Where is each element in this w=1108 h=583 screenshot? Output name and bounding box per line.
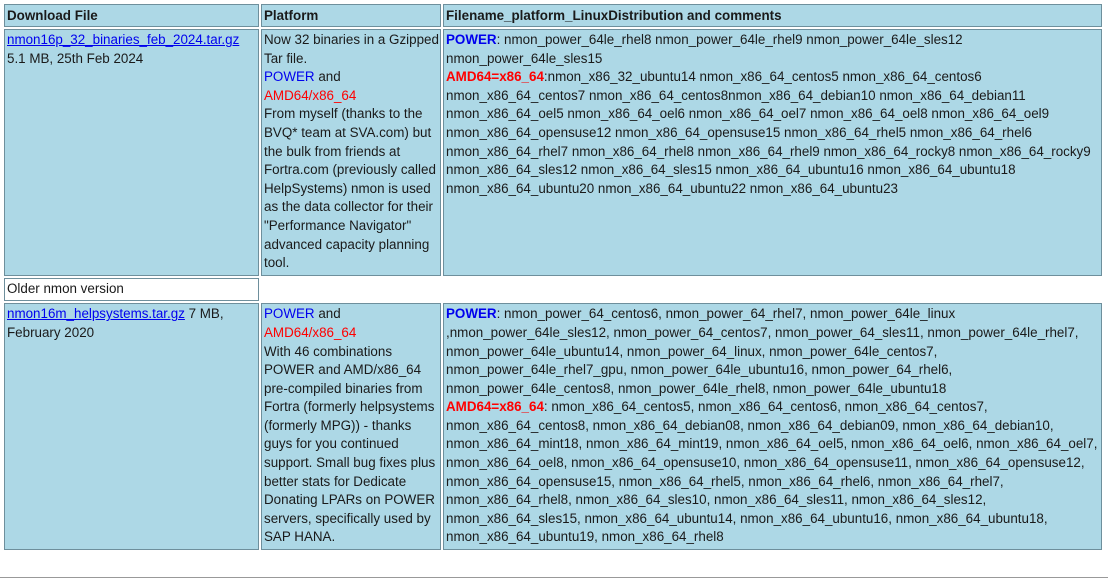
platform-description: From myself (thanks to the BVQ* team at … <box>264 106 436 271</box>
platform-description: With 46 combinations POWER and AMD/x86_6… <box>264 343 436 545</box>
platform-cell: Now 32 binaries in a Gzipped Tar file. P… <box>261 29 441 276</box>
download-link-nmon16m[interactable]: nmon16m_helpsystems.tar.gz <box>7 306 185 321</box>
filenames-cell: POWER: nmon_power_64_centos6, nmon_power… <box>443 303 1102 551</box>
power-file-list: : nmon_power_64le_rhel8 nmon_power_64le_… <box>446 32 963 66</box>
platform-intro: Now 32 binaries in a Gzipped Tar file. <box>264 32 439 66</box>
download-cell: nmon16p_32_binaries_feb_2024.tar.gz 5.1 … <box>4 29 259 276</box>
power-label: POWER <box>446 32 497 47</box>
platform-cell: POWER and AMD64/x86_64 With 46 combinati… <box>261 303 441 551</box>
amd-file-list: :nmon_x86_32_ubuntu14 nmon_x86_64_centos… <box>446 69 1091 196</box>
amd-file-list: : nmon_x86_64_centos5, nmon_x86_64_cento… <box>446 399 1098 545</box>
platform-and: and <box>314 306 341 322</box>
filenames-cell: POWER: nmon_power_64le_rhel8 nmon_power_… <box>443 29 1102 276</box>
header-row: Download File Platform Filename_platform… <box>4 4 1102 27</box>
horizontal-rule <box>0 577 1108 578</box>
download-table: Download File Platform Filename_platform… <box>2 2 1104 552</box>
power-file-list: : nmon_power_64_centos6, nmon_power_64_r… <box>446 306 1079 396</box>
file-meta: 5.1 MB, 25th Feb 2024 <box>7 50 144 66</box>
power-label: POWER <box>446 306 497 322</box>
header-platform: Platform <box>261 4 441 27</box>
older-version-label: Older nmon version <box>4 277 259 302</box>
platform-amd-label: AMD64/x86_64 <box>264 87 357 103</box>
header-download-file: Download File <box>4 4 259 27</box>
empty-cell <box>261 277 1102 302</box>
table-row: Older nmon version <box>4 277 1102 302</box>
download-link-nmon16p[interactable]: nmon16p_32_binaries_feb_2024.tar.gz <box>7 32 239 47</box>
download-cell: nmon16m_helpsystems.tar.gz 7 MB, Februar… <box>4 303 259 551</box>
platform-power-label: POWER <box>264 69 315 85</box>
amd-label: AMD64=x86_64 <box>446 69 544 85</box>
table-row: nmon16p_32_binaries_feb_2024.tar.gz 5.1 … <box>4 29 1102 276</box>
amd-label: AMD64=x86_64 <box>446 399 544 415</box>
platform-and: and <box>314 69 341 85</box>
platform-power-label: POWER <box>264 306 315 322</box>
platform-amd-label: AMD64/x86_64 <box>264 324 357 340</box>
header-filename-comments: Filename_platform_LinuxDistribution and … <box>443 4 1102 27</box>
table-row: nmon16m_helpsystems.tar.gz 7 MB, Februar… <box>4 303 1102 551</box>
